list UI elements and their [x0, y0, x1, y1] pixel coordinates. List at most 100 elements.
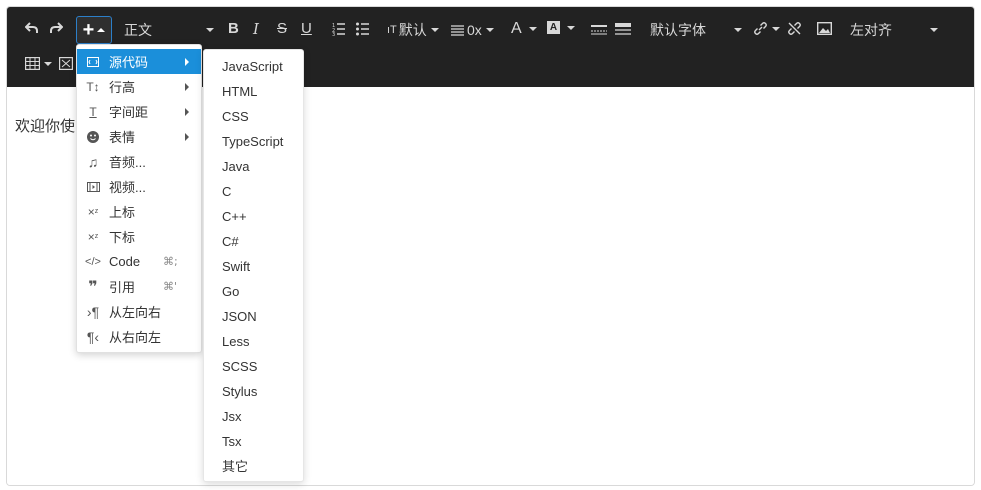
menu-item-label: 从右向左 — [109, 330, 162, 345]
menu-item-source-code[interactable]: 源代码 — [77, 49, 201, 74]
chevron-down-icon — [528, 27, 537, 31]
quote-icon: ❞ — [88, 278, 98, 296]
language-option[interactable]: JavaScript — [222, 54, 283, 79]
plus-icon: + — [82, 19, 95, 41]
content-text: 欢迎你使 — [15, 118, 76, 135]
language-option[interactable]: HTML — [222, 79, 257, 104]
horizontal-rule-icon[interactable] — [591, 23, 607, 35]
font-color-select[interactable]: A — [511, 20, 537, 38]
ordered-list-icon[interactable]: 123 — [332, 22, 346, 36]
undo-icon[interactable] — [25, 21, 39, 35]
menu-item-audio[interactable]: ♫ 音频... — [77, 149, 201, 174]
menu-item-emoji[interactable]: 表情 — [77, 124, 201, 149]
italic-icon[interactable]: I — [253, 20, 259, 38]
line-height-icon: T↕ — [86, 79, 100, 94]
image-icon[interactable] — [817, 22, 832, 35]
menu-item-code[interactable]: </> Code ⌘; — [77, 249, 201, 274]
code-language-submenu: JavaScript HTML CSS TypeScript Java C C+… — [203, 49, 304, 482]
paragraph-style-select[interactable]: 正文 — [124, 21, 214, 39]
unlink-icon[interactable] — [787, 21, 802, 36]
menu-item-label: 表情 — [109, 130, 136, 145]
font-family-label: 默认字体 — [650, 22, 706, 38]
menu-item-label: 引用 — [109, 280, 136, 295]
audio-icon: ♫ — [87, 153, 99, 170]
code-icon: </> — [85, 255, 101, 268]
table-icon — [25, 57, 40, 70]
menu-item-label: 下标 — [109, 230, 136, 245]
paragraph-spacing-select[interactable]: 0x — [451, 21, 494, 39]
subscript-icon: × z — [87, 229, 99, 244]
language-option[interactable]: Stylus — [222, 379, 257, 404]
chevron-down-icon — [567, 25, 575, 30]
chevron-right-icon — [185, 107, 189, 116]
table-select[interactable] — [25, 57, 52, 70]
emoji-table-icon[interactable] — [59, 57, 73, 70]
chevron-down-icon — [44, 61, 52, 66]
menu-item-label: 从左向右 — [109, 305, 162, 320]
menu-item-letter-spacing[interactable]: T 字间距 — [77, 99, 201, 124]
menu-item-label: Code — [109, 254, 141, 269]
chevron-down-icon — [430, 28, 439, 32]
chevron-right-icon — [185, 82, 189, 91]
chevron-down-icon — [772, 26, 780, 31]
language-option[interactable]: 其它 — [222, 454, 248, 479]
language-option[interactable]: Swift — [222, 254, 250, 279]
alignment-label: 左对齐 — [850, 22, 892, 38]
menu-item-label: 字间距 — [109, 105, 149, 120]
insert-dropdown-menu: 源代码 T↕ 行高 T 字间距 表情 ♫ 音频... 视频... × z 上标 ×… — [76, 44, 202, 353]
menu-item-line-height[interactable]: T↕ 行高 — [77, 74, 201, 99]
superscript-icon: × z — [87, 204, 99, 219]
language-option[interactable]: Tsx — [222, 429, 242, 454]
rtl-icon: ¶‹ — [86, 328, 100, 345]
language-option[interactable]: CSS — [222, 104, 249, 129]
menu-item-ltr[interactable]: ›¶ 从左向右 — [77, 299, 201, 324]
language-option[interactable]: C# — [222, 229, 239, 254]
language-option[interactable]: Java — [222, 154, 249, 179]
menu-item-label: 视频... — [109, 180, 146, 195]
text-height-icon: ıT — [387, 24, 397, 36]
shortcut-hint: ⌘' — [163, 280, 178, 293]
language-option[interactable]: JSON — [222, 304, 257, 329]
ltr-icon: ›¶ — [86, 303, 100, 320]
divider-style-icon[interactable] — [615, 23, 631, 35]
underline-icon[interactable]: U — [301, 20, 312, 38]
chevron-down-icon — [206, 28, 214, 32]
bold-icon[interactable]: B — [228, 20, 239, 38]
menu-item-superscript[interactable]: × z 上标 — [77, 199, 201, 224]
unordered-list-icon[interactable] — [356, 22, 370, 36]
background-color-select[interactable]: A — [547, 21, 575, 34]
emoji-icon — [77, 130, 109, 143]
redo-icon[interactable] — [49, 21, 63, 35]
language-option[interactable]: SCSS — [222, 354, 257, 379]
menu-item-video[interactable]: 视频... — [77, 174, 201, 199]
caret-up-icon — [97, 28, 106, 32]
insert-menu-button[interactable]: + — [76, 16, 112, 44]
language-option[interactable]: Go — [222, 279, 239, 304]
menu-item-label: 音频... — [109, 155, 146, 170]
strikethrough-icon[interactable]: S — [277, 20, 287, 38]
font-family-select[interactable]: 默认字体 — [650, 21, 742, 39]
chevron-down-icon — [930, 28, 938, 32]
language-option[interactable]: C++ — [222, 204, 247, 229]
language-option[interactable]: TypeScript — [222, 129, 283, 154]
line-height-select[interactable]: ıT 默认 — [387, 21, 439, 39]
link-select[interactable] — [753, 21, 780, 36]
chevron-down-icon — [734, 28, 742, 32]
letter-spacing-icon: T — [89, 104, 97, 119]
alignment-select[interactable]: 左对齐 — [850, 21, 938, 39]
shortcut-hint: ⌘; — [163, 255, 178, 268]
menu-item-rtl[interactable]: ¶‹ 从右向左 — [77, 324, 201, 349]
link-icon — [754, 22, 767, 35]
language-option[interactable]: Jsx — [222, 404, 242, 429]
menu-item-label: 源代码 — [109, 55, 149, 70]
chevron-right-icon — [185, 132, 189, 141]
menu-item-quote[interactable]: ❞ 引用 ⌘' — [77, 274, 201, 299]
source-code-icon — [77, 56, 109, 67]
language-option[interactable]: Less — [222, 329, 249, 354]
background-color-icon: A — [547, 21, 560, 34]
menu-item-subscript[interactable]: × z 下标 — [77, 224, 201, 249]
font-color-icon: A — [511, 20, 522, 37]
menu-item-label: 行高 — [109, 80, 136, 95]
menu-item-label: 上标 — [109, 205, 136, 220]
language-option[interactable]: C — [222, 179, 231, 204]
